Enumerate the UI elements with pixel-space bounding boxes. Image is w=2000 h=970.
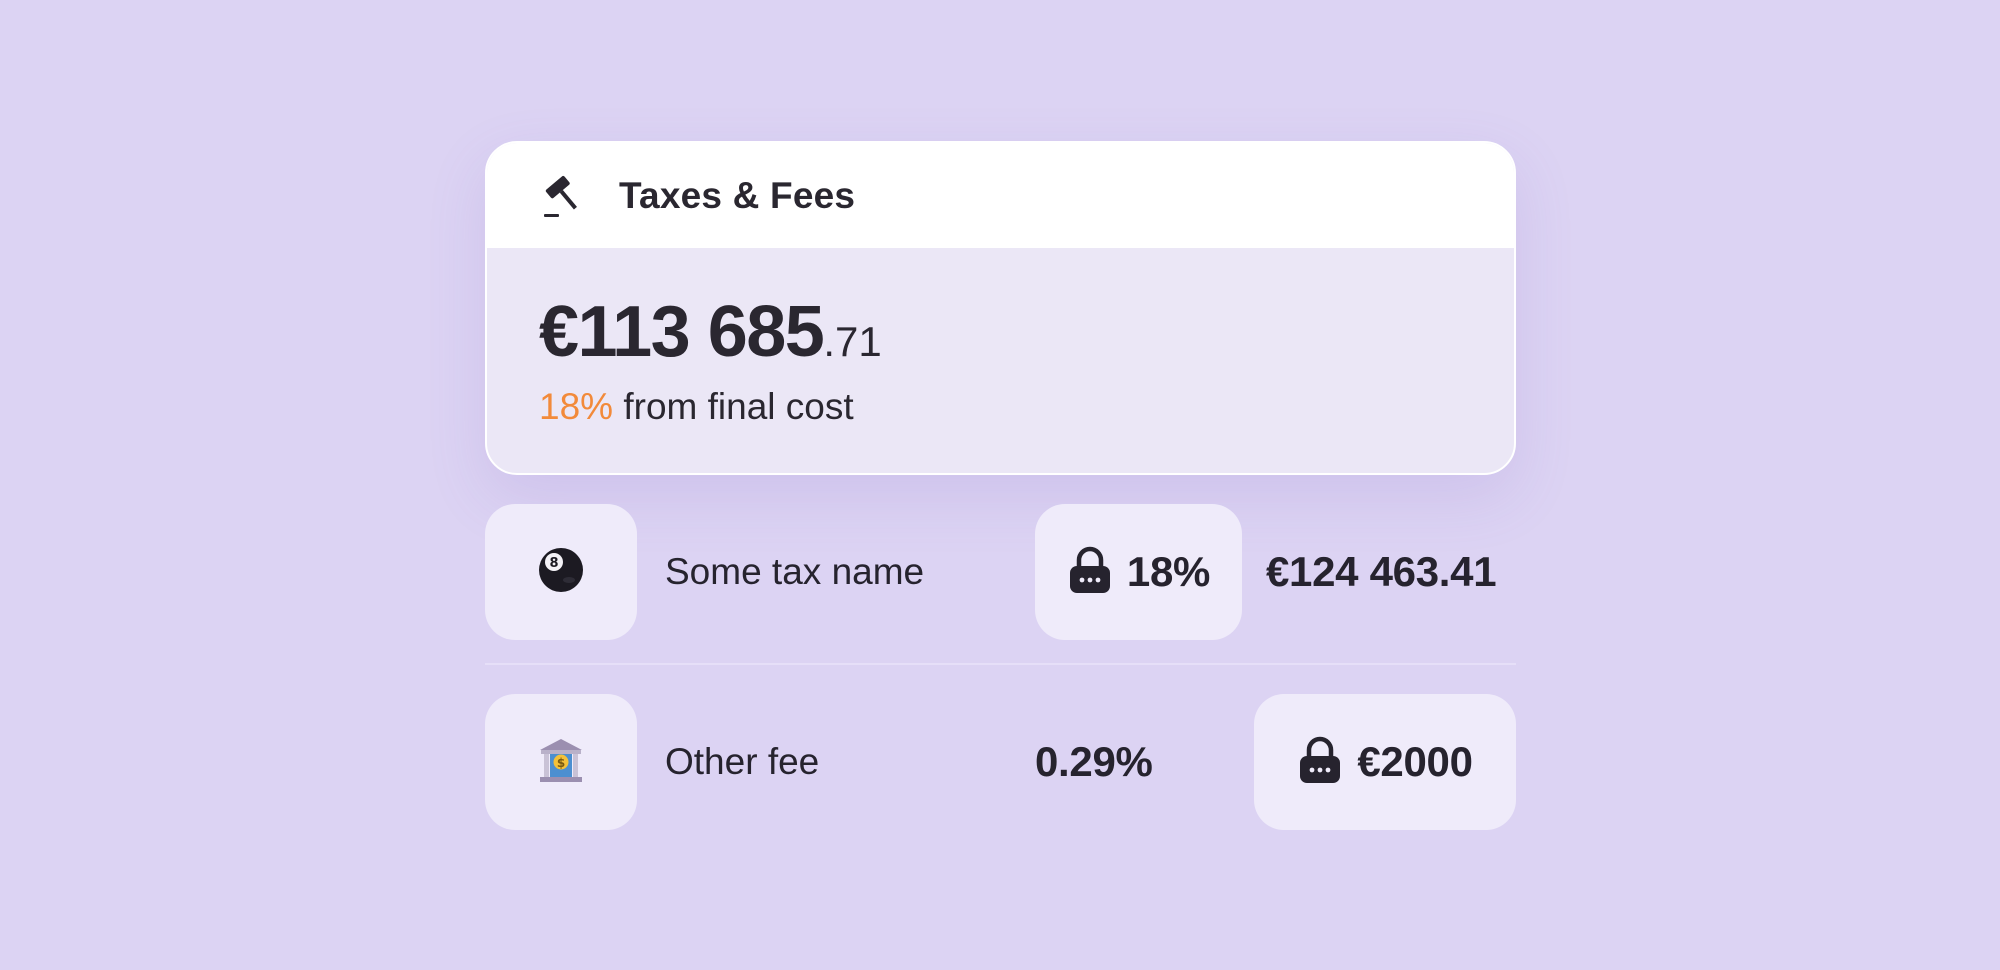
percent-value: 18% xyxy=(539,386,614,427)
bank-icon: $ xyxy=(537,736,585,789)
fee-row[interactable]: 8 Some tax name 18% €124 463.41 xyxy=(485,504,1516,640)
card-header: Taxes & Fees xyxy=(487,143,1514,248)
gavel-icon xyxy=(539,171,589,221)
card-title: Taxes & Fees xyxy=(619,174,856,216)
svg-text:$: $ xyxy=(557,756,565,770)
total-amount: €113 685.71 xyxy=(539,296,1462,368)
row-icon-tile: $ xyxy=(485,694,637,830)
total-amount-main: €113 685 xyxy=(539,292,825,372)
rate-value[interactable]: 0.29% xyxy=(1035,694,1153,830)
fee-row[interactable]: $ Other fee 0.29% €2000 xyxy=(485,694,1516,830)
percent-line: 18% from final cost xyxy=(539,386,1462,428)
total-amount-cents: .71 xyxy=(823,318,882,365)
amount-value: €2000 xyxy=(1357,738,1473,785)
row-name: Some tax name xyxy=(665,551,925,592)
row-divider xyxy=(485,663,1516,665)
taxes-fees-card: Taxes & Fees €113 685.71 18% from final … xyxy=(485,141,1516,475)
percent-suffix: from final cost xyxy=(623,386,854,427)
lock-icon xyxy=(1067,546,1113,599)
eight-ball-icon: 8 xyxy=(537,546,585,599)
amount-locked-tile[interactable]: €2000 xyxy=(1254,694,1516,830)
svg-text:8: 8 xyxy=(549,556,558,571)
lock-icon xyxy=(1297,736,1343,789)
row-name: Other fee xyxy=(665,741,820,782)
rate-value: 18% xyxy=(1126,548,1211,595)
amount-value[interactable]: €124 463.41 xyxy=(1266,504,1497,640)
row-icon-tile: 8 xyxy=(485,504,637,640)
rate-locked-tile[interactable]: 18% xyxy=(1035,504,1242,640)
card-body: €113 685.71 18% from final cost xyxy=(487,248,1514,428)
